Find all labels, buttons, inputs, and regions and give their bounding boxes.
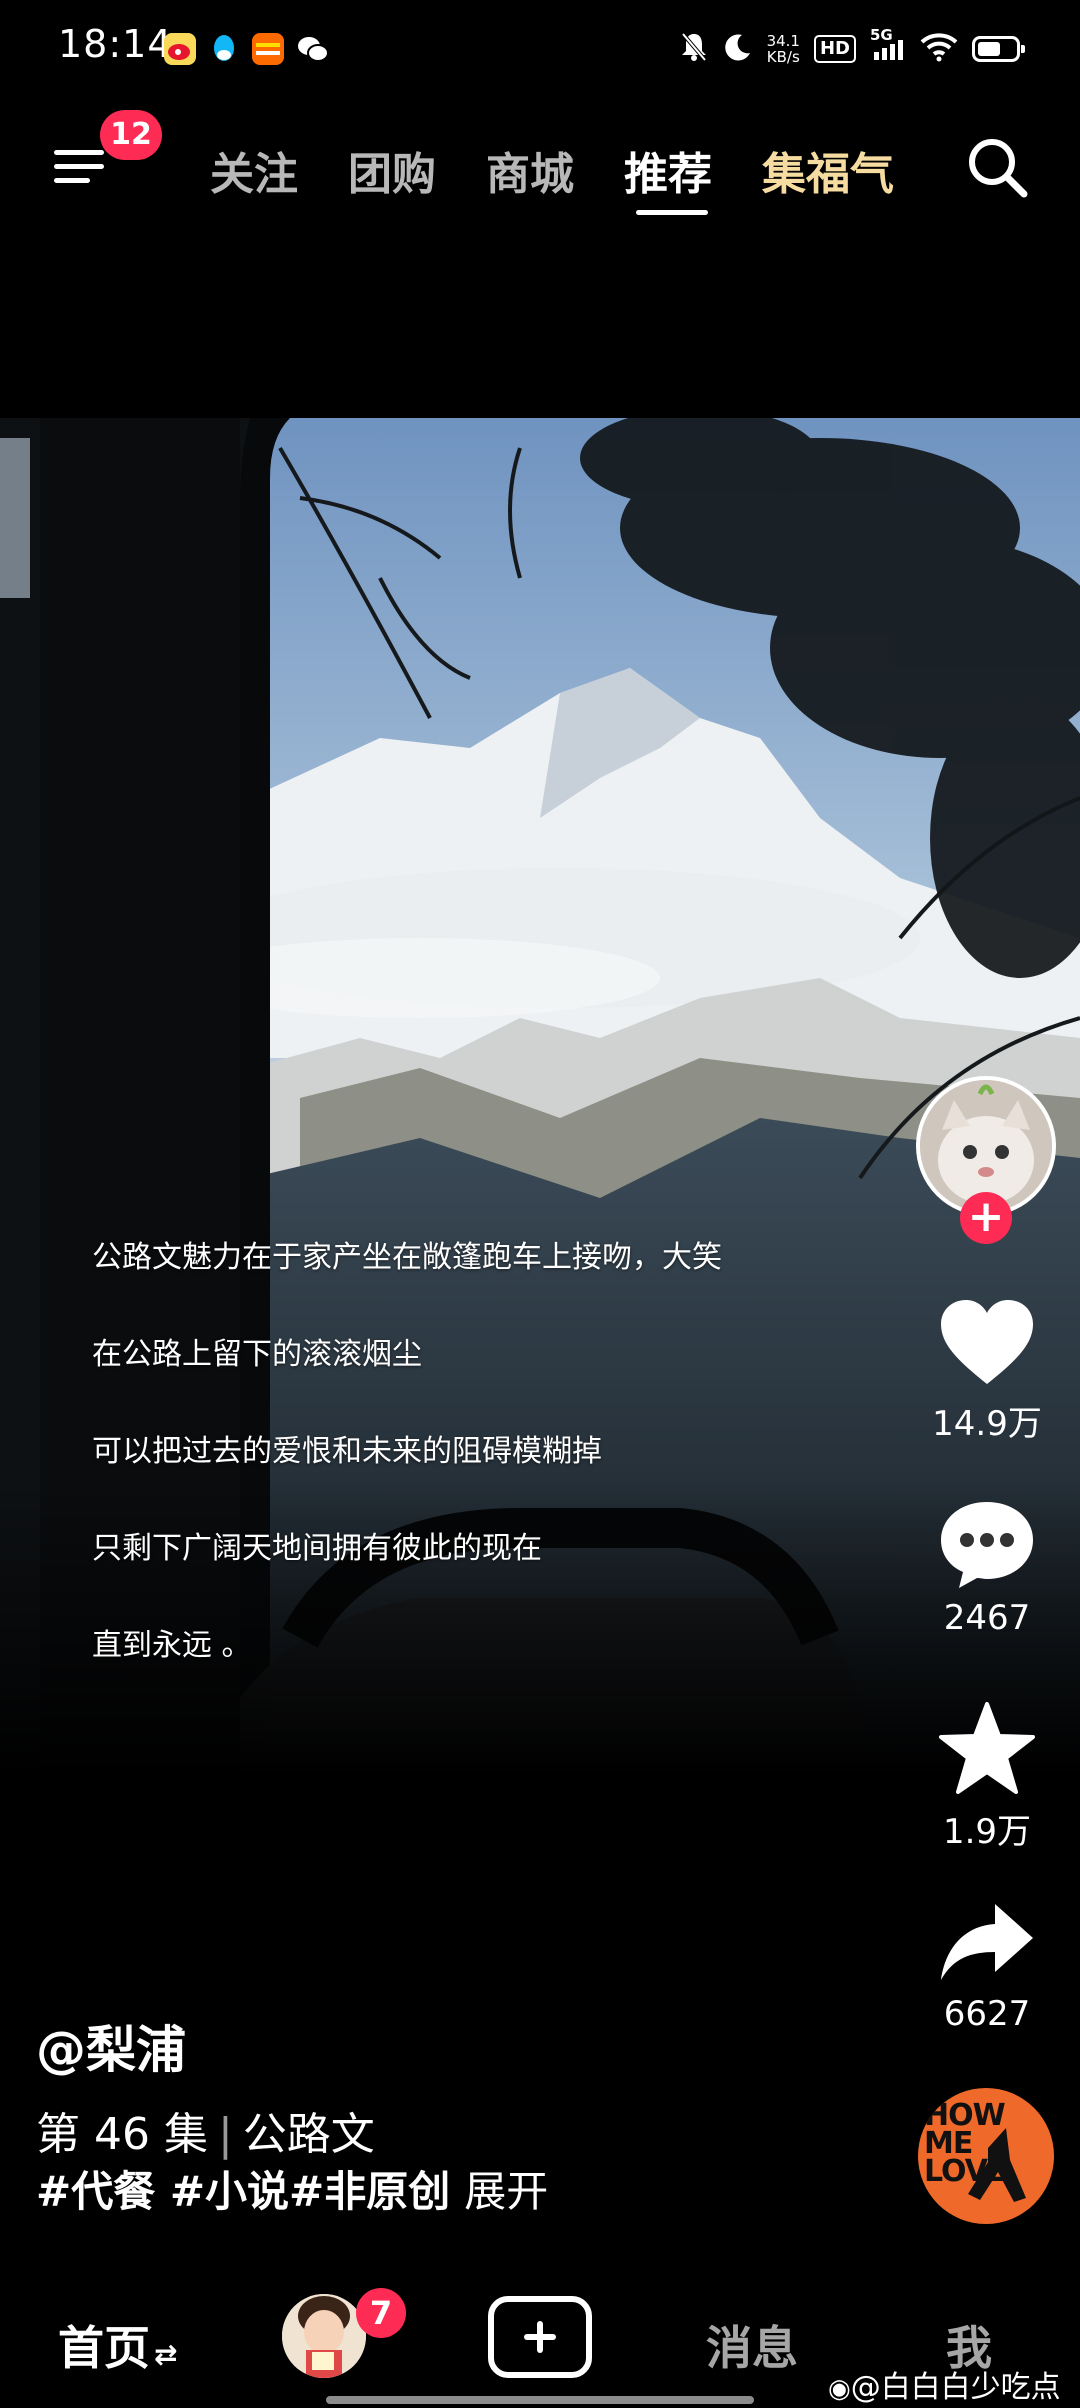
weibo-logo-icon: ◉ — [828, 2374, 851, 2404]
share-button[interactable]: 6627 — [912, 1900, 1062, 2034]
hd-badge: HD — [813, 35, 856, 63]
favorite-count: 1.9万 — [942, 1812, 1032, 1852]
caption-line-1: 公路文魅力在于家产坐在敞篷跑车上接吻，大笑 — [92, 1240, 722, 1275]
menu-button[interactable] — [50, 136, 110, 196]
collection-name: 公路文 — [242, 2109, 375, 2160]
expand-button[interactable]: 展开 — [464, 2167, 548, 2216]
tab-recommended[interactable]: 推荐 — [624, 138, 712, 202]
like-button[interactable]: 14.9万 — [912, 1298, 1062, 1445]
dancer-figure-icon — [968, 2128, 1026, 2202]
nav-home-label: 首页 — [58, 2321, 150, 2375]
heart-icon — [937, 1300, 1037, 1392]
star-icon — [937, 1702, 1037, 1800]
author-name[interactable]: @梨浦 — [36, 2010, 186, 2082]
create-plus-button[interactable] — [488, 2296, 592, 2378]
episode-number: 第 46 集 — [36, 2109, 208, 2160]
comment-count: 2467 — [943, 1598, 1031, 1638]
weibo-icon — [164, 33, 196, 65]
favorite-button[interactable]: 1.9万 — [912, 1700, 1062, 1853]
comment-button[interactable]: 2467 — [912, 1498, 1062, 1638]
friends-badge: 7 — [356, 2288, 406, 2338]
taobao-icon — [252, 33, 284, 65]
active-tab-indicator — [636, 210, 708, 215]
follow-button[interactable]: + — [960, 1192, 1012, 1244]
tab-group-buy[interactable]: 团购 — [348, 138, 436, 202]
caption-line-5: 直到永远 。 — [92, 1628, 252, 1663]
nav-home[interactable]: 首页 ⇄ — [58, 2312, 177, 2378]
caption-line-3: 可以把过去的爱恨和未来的阻碍模糊掉 — [92, 1434, 602, 1469]
nav-messages[interactable]: 消息 — [706, 2312, 798, 2378]
caption-line-2: 在公路上留下的滚滚烟尘 — [92, 1337, 422, 1372]
music-disc[interactable]: HOW ME LOVE — [918, 2088, 1054, 2224]
divider: | — [217, 2109, 233, 2160]
episode-info[interactable]: 第 46 集 | 公路文 — [36, 2098, 375, 2162]
video-caption: 公路文魅力在于家产坐在敞篷跑车上接吻，大笑 在公路上留下的滚滚烟尘 可以把过去的… — [92, 1240, 812, 1725]
comment-icon — [937, 1502, 1037, 1594]
caption-line-4: 只剩下广阔天地间拥有彼此的现在 — [92, 1531, 542, 1566]
wechat-icon — [296, 33, 329, 65]
clock: 18:14 — [58, 22, 173, 66]
qq-icon — [208, 33, 240, 65]
share-arrow-icon — [937, 1904, 1037, 1990]
battery-icon — [972, 36, 1025, 62]
like-count: 14.9万 — [932, 1404, 1042, 1444]
signal-icon: 5G — [870, 26, 906, 66]
top-nav: 12 关注 团购 商城 推荐 集福气 — [0, 110, 1080, 230]
cell-type-label: 5G — [870, 26, 893, 44]
nav-friends-avatar[interactable] — [282, 2294, 366, 2378]
menu-notification-badge: 12 — [100, 110, 162, 160]
watermark: ◉@白白白少吃点 — [828, 2370, 1061, 2405]
status-icons: 34.1 KB/s HD 5G — [679, 26, 1025, 72]
mute-bell-icon — [679, 31, 709, 67]
tab-collect-fortune[interactable]: 集福气 — [762, 138, 894, 202]
search-icon[interactable] — [962, 132, 1032, 202]
network-speed: 34.1 KB/s — [766, 32, 800, 66]
tab-following[interactable]: 关注 — [210, 138, 298, 202]
status-bar: 18:14 34.1 KB/s HD 5G — [0, 0, 1080, 100]
moon-icon — [723, 32, 753, 66]
wifi-icon — [920, 32, 958, 66]
share-count: 6627 — [943, 1994, 1031, 2034]
refresh-toggle-icon: ⇄ — [154, 2338, 178, 2371]
home-indicator[interactable] — [326, 2396, 754, 2404]
hashtags: #代餐 #小说#非原创 展开 — [36, 2158, 548, 2219]
hashtag-list[interactable]: #代餐 #小说#非原创 — [36, 2167, 450, 2216]
tab-mall[interactable]: 商城 — [486, 138, 574, 202]
